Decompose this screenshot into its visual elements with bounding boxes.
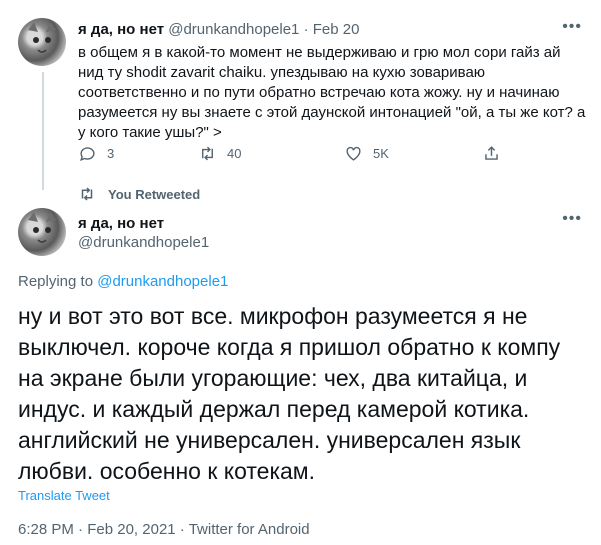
- display-name[interactable]: я да, но нет: [78, 215, 164, 232]
- reply-icon: [80, 147, 95, 162]
- tweet-source[interactable]: Twitter for Android: [189, 521, 310, 538]
- more-icon[interactable]: •••: [562, 210, 582, 228]
- tweet-header: я да, но нет @drunkandhopele1 · Feb 20: [78, 21, 359, 38]
- replying-to-label: Replying to: [18, 273, 94, 290]
- user-handle[interactable]: @drunkandhopele1: [78, 234, 209, 251]
- retweet-button[interactable]: 40: [198, 144, 241, 163]
- retweet-icon: [202, 146, 213, 161]
- tweet-date[interactable]: Feb 20: [313, 21, 360, 38]
- share-button[interactable]: [482, 144, 501, 163]
- replying-to-handle-link[interactable]: @drunkandhopele1: [97, 273, 228, 290]
- separator: ·: [303, 21, 309, 38]
- tweet-actions: 3 40 5K: [78, 144, 508, 164]
- separator: ·: [179, 521, 185, 538]
- tweet-meta: 6:28 PM · Feb 20, 2021 · Twitter for And…: [18, 521, 310, 538]
- separator: ·: [78, 521, 84, 538]
- translate-tweet-link[interactable]: Translate Tweet: [18, 488, 110, 503]
- retweet-notice: You Retweeted: [78, 186, 200, 202]
- tweet-text: ну и вот это вот все. микрофон разумеетс…: [18, 303, 561, 484]
- thread-connector-line: [42, 72, 44, 190]
- tweet-time[interactable]: 6:28 PM: [18, 521, 74, 538]
- share-icon: [485, 146, 498, 160]
- tweet-date[interactable]: Feb 20, 2021: [87, 521, 175, 538]
- retweet-notice-label: You Retweeted: [108, 186, 201, 202]
- retweeted-icon: [81, 187, 93, 201]
- user-handle[interactable]: @drunkandhopele1: [168, 21, 299, 38]
- retweet-count: 40: [227, 146, 242, 161]
- reply-button[interactable]: 3: [78, 144, 114, 163]
- display-name[interactable]: я да, но нет: [78, 21, 164, 38]
- reply-count: 3: [107, 146, 115, 161]
- tweet-text: в общем я в какой-то момент не выдержива…: [78, 44, 586, 141]
- more-icon[interactable]: •••: [562, 18, 582, 36]
- avatar[interactable]: [18, 18, 66, 66]
- replying-to: Replying to @drunkandhopele1: [18, 273, 228, 290]
- like-icon: [346, 146, 361, 161]
- like-button[interactable]: 5K: [344, 144, 389, 163]
- avatar[interactable]: [18, 208, 66, 256]
- like-count: 5K: [373, 146, 389, 161]
